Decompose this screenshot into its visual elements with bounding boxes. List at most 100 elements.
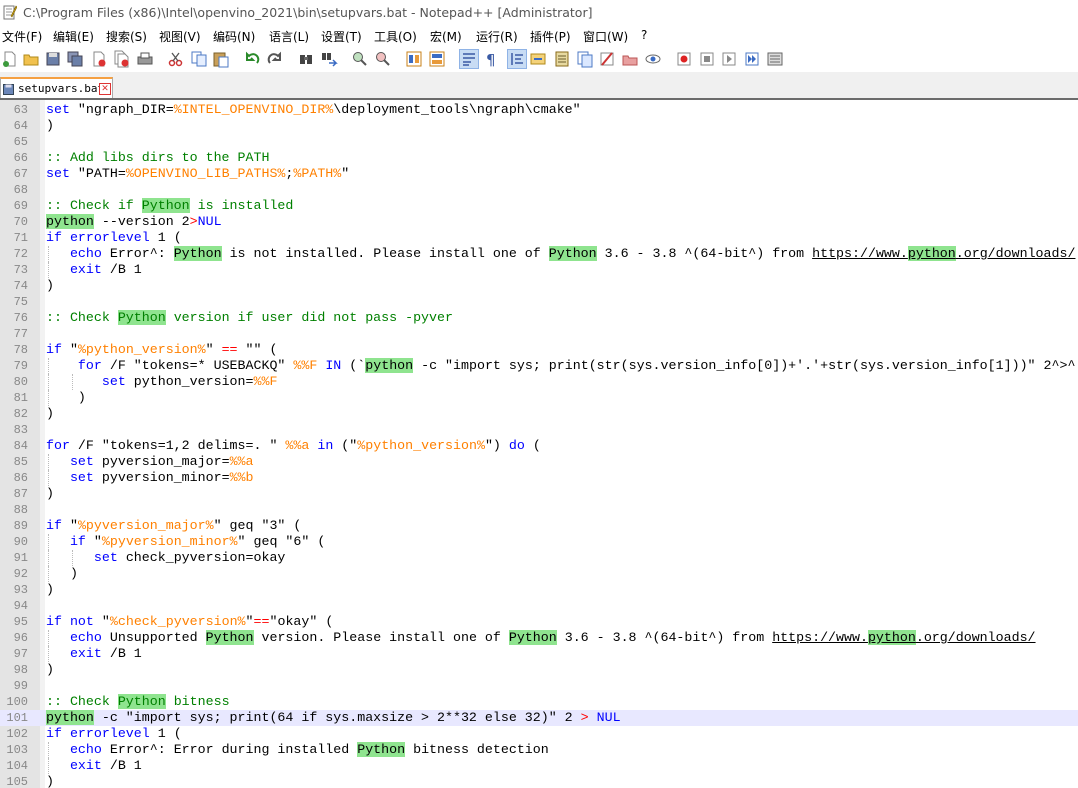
- monitor-icon[interactable]: [621, 50, 639, 68]
- code-line[interactable]: 70 python --version 2>NUL: [0, 214, 1078, 230]
- udl-icon[interactable]: [529, 50, 547, 68]
- word-wrap-icon[interactable]: [459, 49, 479, 69]
- cut-icon[interactable]: [167, 50, 185, 68]
- code-line[interactable]: 69:: Check if Python is installed: [0, 198, 1078, 214]
- code-line[interactable]: 91 set check_pyversion=okay: [0, 550, 1078, 566]
- code-line[interactable]: 79 for /F "tokens=* USEBACKQ" %%F IN (`p…: [0, 358, 1078, 374]
- sync-horizontal-icon[interactable]: [428, 50, 446, 68]
- close-icon[interactable]: [90, 50, 108, 68]
- code-line[interactable]: 64): [0, 118, 1078, 134]
- run-macro-multiple-icon[interactable]: [743, 50, 761, 68]
- tab-close-icon[interactable]: ✕: [99, 83, 111, 95]
- code-line[interactable]: 85 set pyversion_major=%%a: [0, 454, 1078, 470]
- menu-encoding[interactable]: 编码(N): [213, 28, 255, 45]
- code-token: %%a: [285, 438, 310, 453]
- editor[interactable]: 63 set "ngraph_DIR=%INTEL_OPENVINO_DIR%\d…: [0, 98, 1078, 788]
- code-line[interactable]: 98): [0, 662, 1078, 678]
- code-line[interactable]: 68: [0, 182, 1078, 198]
- folder-workspace-icon[interactable]: [598, 50, 616, 68]
- code-line[interactable]: 63 set "ngraph_DIR=%INTEL_OPENVINO_DIR%\d…: [0, 102, 1078, 118]
- code-line[interactable]: 83: [0, 422, 1078, 438]
- menu-macro[interactable]: 宏(M): [430, 28, 462, 45]
- record-macro-icon[interactable]: [675, 50, 693, 68]
- code-line[interactable]: 75: [0, 294, 1078, 310]
- code-line[interactable]: 65: [0, 134, 1078, 150]
- code-line[interactable]: 89 if "%pyversion_major%" geq "3" (: [0, 518, 1078, 534]
- find-icon[interactable]: [297, 50, 315, 68]
- show-all-chars-icon[interactable]: ¶: [482, 50, 500, 68]
- copy-icon[interactable]: [190, 50, 208, 68]
- code-line[interactable]: 92 ): [0, 566, 1078, 582]
- code-line[interactable]: 87): [0, 486, 1078, 502]
- code-line[interactable]: 84 for /F "tokens=1,2 delims=. " %%a in (…: [0, 438, 1078, 454]
- menu-search[interactable]: 搜索(S): [106, 28, 147, 45]
- code-line[interactable]: 72 echo Error^: Python is not installed.…: [0, 246, 1078, 262]
- code-line[interactable]: 94: [0, 598, 1078, 614]
- play-macro-icon[interactable]: [720, 50, 738, 68]
- menu-run[interactable]: 运行(R): [476, 28, 518, 45]
- code-line[interactable]: 99: [0, 678, 1078, 694]
- new-file-icon[interactable]: [1, 50, 19, 68]
- code-line[interactable]: 93): [0, 582, 1078, 598]
- line-number: 73: [13, 263, 28, 277]
- code-line[interactable]: 90 if "%pyversion_minor%" geq "6" (: [0, 534, 1078, 550]
- code-line[interactable]: 74): [0, 278, 1078, 294]
- eye-monitor-icon[interactable]: [644, 50, 662, 68]
- zoom-out-icon[interactable]: [374, 50, 392, 68]
- code-line[interactable]: 97 exit /B 1: [0, 646, 1078, 662]
- menu-language[interactable]: 语言(L): [269, 28, 309, 45]
- menu-help[interactable]: ?: [641, 28, 647, 42]
- code-token: "PATH=: [69, 166, 126, 181]
- code-line[interactable]: 88: [0, 502, 1078, 518]
- code-line[interactable]: 100:: Check Python bitness: [0, 694, 1078, 710]
- menu-window[interactable]: 窗口(W): [583, 28, 628, 45]
- redo-icon[interactable]: [266, 50, 284, 68]
- close-all-icon[interactable]: [112, 50, 130, 68]
- doc-map-icon[interactable]: [553, 50, 571, 68]
- indent-guide-icon[interactable]: [507, 49, 527, 69]
- code-line[interactable]: 95 if not "%check_pyversion%"=="okay" (: [0, 614, 1078, 630]
- menu-settings[interactable]: 设置(T): [321, 28, 362, 45]
- save-macro-icon[interactable]: [766, 50, 784, 68]
- code-line[interactable]: 96 echo Unsupported Python version. Plea…: [0, 630, 1078, 646]
- code-line[interactable]: 66:: Add libs dirs to the PATH: [0, 150, 1078, 166]
- code-line[interactable]: 76:: Check Python version if user did no…: [0, 310, 1078, 326]
- zoom-in-icon[interactable]: [351, 50, 369, 68]
- paste-icon[interactable]: [212, 50, 230, 68]
- function-list-icon[interactable]: [576, 50, 594, 68]
- menu-plugins[interactable]: 插件(P): [530, 28, 571, 45]
- save-icon[interactable]: [44, 50, 62, 68]
- print-icon[interactable]: [136, 50, 154, 68]
- code-line[interactable]: 103 echo Error^: Error during installed …: [0, 742, 1078, 758]
- code-token: %%F: [293, 358, 318, 373]
- line-number: 80: [13, 375, 28, 389]
- code-line[interactable]: 78 if "%python_version%" == "" (: [0, 342, 1078, 358]
- menu-tools[interactable]: 工具(O): [374, 28, 417, 45]
- sync-vertical-icon[interactable]: [405, 50, 423, 68]
- code-line[interactable]: 104 exit /B 1: [0, 758, 1078, 774]
- code-line[interactable]: 101 python -c "import sys; print(64 if sy…: [0, 710, 1078, 726]
- save-all-icon[interactable]: [66, 50, 84, 68]
- code-token: NUL: [197, 214, 222, 229]
- stop-record-icon[interactable]: [698, 50, 716, 68]
- menu-edit[interactable]: 编辑(E): [53, 28, 94, 45]
- code-line[interactable]: 86 set pyversion_minor=%%b: [0, 470, 1078, 486]
- code-line[interactable]: 77: [0, 326, 1078, 342]
- tab-setupvars[interactable]: setupvars.bat ✕: [0, 77, 113, 98]
- code-line[interactable]: 102 if errorlevel 1 (: [0, 726, 1078, 742]
- menu-view[interactable]: 视图(V): [159, 28, 201, 45]
- line-number: 79: [13, 359, 28, 373]
- replace-icon[interactable]: [320, 50, 338, 68]
- code-line[interactable]: 80 set python_version=%%F: [0, 374, 1078, 390]
- code-line[interactable]: 82): [0, 406, 1078, 422]
- code-line[interactable]: 71 if errorlevel 1 (: [0, 230, 1078, 246]
- code-token: :: Check: [46, 694, 118, 709]
- code-line[interactable]: 67 set "PATH=%OPENVINO_LIB_PATHS%;%PATH%": [0, 166, 1078, 182]
- open-file-icon[interactable]: [22, 50, 40, 68]
- menu-file[interactable]: 文件(F): [2, 28, 42, 45]
- code-line[interactable]: 81 ): [0, 390, 1078, 406]
- code-line[interactable]: 105): [0, 774, 1078, 788]
- code-token: version. Please install one of: [253, 630, 509, 645]
- undo-icon[interactable]: [243, 50, 261, 68]
- code-line[interactable]: 73 exit /B 1: [0, 262, 1078, 278]
